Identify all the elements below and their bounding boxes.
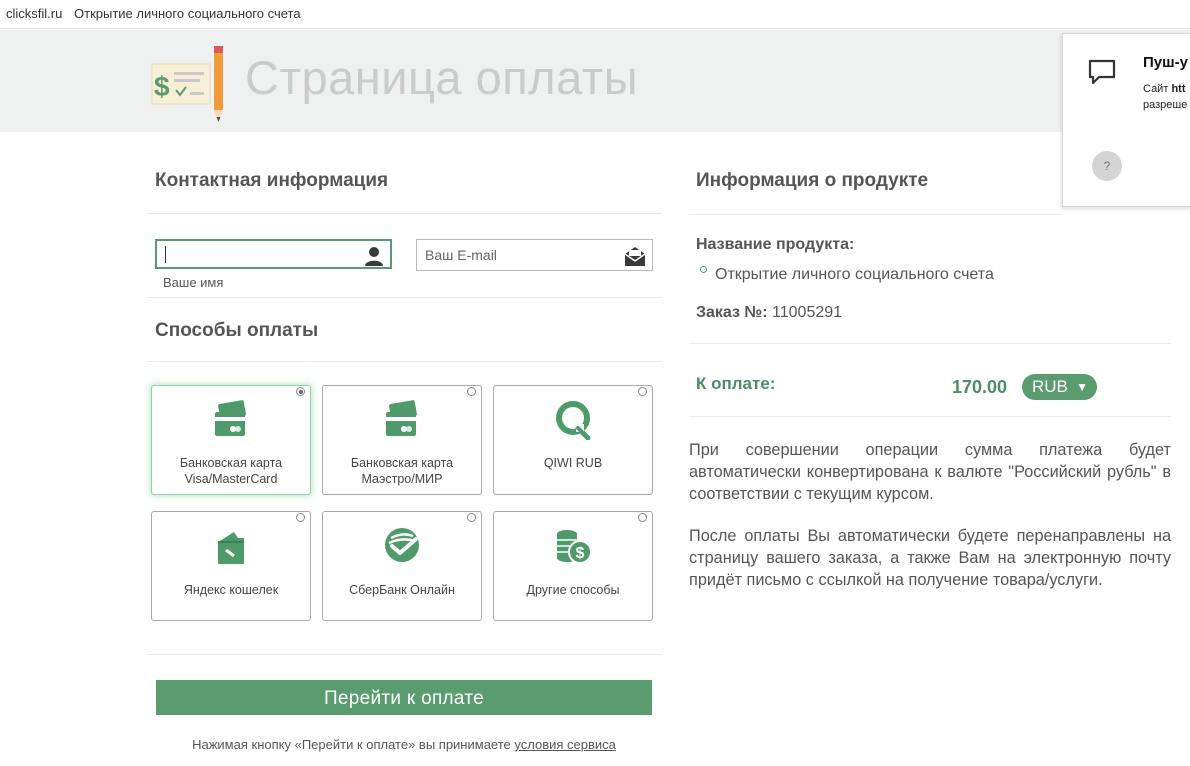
receipt-pencil-icon: $: [151, 46, 223, 122]
terms-text: Нажимая кнопку «Перейти к оплате» вы при…: [192, 737, 515, 752]
text-cursor: [165, 246, 166, 263]
currency-select[interactable]: RUB ▼: [1022, 374, 1097, 400]
name-input[interactable]: [157, 241, 390, 267]
name-hint: Ваше имя: [163, 275, 224, 290]
push-text-line1: Сайт htt: [1143, 83, 1185, 95]
name-field[interactable]: [155, 239, 392, 269]
tile-label: Другие способы: [494, 582, 652, 598]
divider: [689, 214, 1062, 215]
qiwi-icon: [556, 401, 591, 440]
divider: [148, 297, 662, 298]
divider: [689, 416, 1171, 417]
payment-method-other[interactable]: $ Другие способы: [493, 511, 653, 621]
divider: [148, 361, 662, 362]
radio-button[interactable]: [296, 387, 305, 396]
payment-method-visa-mastercard[interactable]: Банковская карта Visa/MasterCard: [151, 385, 311, 495]
amount-value: 170.00: [952, 377, 1008, 397]
terms-note: Нажимая кнопку «Перейти к оплате» вы при…: [0, 737, 808, 752]
bank-card-icon: [386, 400, 417, 436]
browser-title-bar: clicksfil.ru Открытие личного социальног…: [0, 0, 1190, 29]
radio-button[interactable]: [467, 513, 476, 522]
bank-card-icon: [215, 400, 246, 436]
user-icon: [365, 247, 383, 266]
push-text-line2: разреше: [1143, 99, 1188, 111]
tile-label-line1: Банковская карта: [179, 456, 283, 470]
payment-method-maestro-mir[interactable]: Банковская карта Маэстро/МИР: [322, 385, 482, 495]
coins-icon: $: [557, 530, 592, 564]
email-field[interactable]: [416, 239, 653, 271]
order-value: 11005291: [772, 304, 843, 321]
help-icon[interactable]: ?: [1092, 151, 1122, 181]
push-title: Пуш-у: [1143, 54, 1188, 71]
tile-label: Банковская карта Visa/MasterCard: [152, 455, 310, 487]
tile-label-line1: СберБанк Онлайн: [349, 583, 455, 597]
push-site-url: htt: [1171, 83, 1186, 95]
radio-button[interactable]: [638, 387, 647, 396]
divider: [689, 343, 1171, 344]
email-input[interactable]: [417, 240, 652, 270]
tile-label-line1: QIWI RUB: [543, 456, 603, 470]
tile-label: QIWI RUB: [494, 455, 652, 471]
product-name-value: Открытие личного социального счета: [715, 266, 994, 283]
page-title: Страница оплаты: [245, 51, 639, 104]
tile-label-line2: Visa/MasterCard: [184, 472, 278, 486]
tile-label: Яндекс кошелек: [152, 582, 310, 598]
push-notification-panel[interactable]: Пуш-у Сайт htt разреше ?: [1062, 33, 1190, 207]
page-header: $ Страница оплаты: [0, 30, 1190, 132]
currency-value: RUB: [1032, 377, 1068, 396]
redirect-note: После оплаты Вы автоматически будете пер…: [689, 527, 1171, 589]
bullet-icon: [700, 266, 707, 273]
site-domain: clicksfil.ru: [6, 6, 63, 21]
svg-text:$: $: [576, 545, 585, 562]
order-number: Заказ №: 11005291: [696, 304, 842, 322]
tile-label: Банковская карта Маэстро/МИР: [323, 455, 481, 487]
speech-bubble-icon: [1088, 59, 1116, 85]
payment-method-qiwi[interactable]: QIWI RUB: [493, 385, 653, 495]
currency-conversion-note: При совершении операции сумма платежа бу…: [689, 441, 1171, 503]
wallet-icon: [218, 532, 244, 564]
radio-button[interactable]: [638, 513, 647, 522]
push-site-label: Сайт: [1143, 83, 1172, 95]
contact-heading: Контактная информация: [155, 170, 389, 191]
page-tab-title: Открытие личного социального счета: [74, 6, 301, 21]
product-heading: Информация о продукте: [696, 170, 929, 191]
radio-button[interactable]: [296, 513, 305, 522]
order-label: Заказ №:: [696, 304, 768, 321]
svg-text:$: $: [154, 71, 170, 102]
divider: [148, 213, 662, 214]
to-pay-label: К оплате:: [696, 374, 776, 393]
tile-label: СберБанк Онлайн: [323, 582, 481, 598]
proceed-to-payment-button[interactable]: Перейти к оплате: [156, 680, 652, 715]
tile-label-line1: Яндекс кошелек: [183, 583, 279, 597]
product-name-label: Название продукта:: [696, 236, 855, 253]
chevron-down-icon: ▼: [1076, 380, 1088, 394]
radio-button[interactable]: [467, 387, 476, 396]
tile-label-line1: Другие способы: [526, 583, 620, 597]
envelope-icon: [624, 247, 646, 266]
terms-link[interactable]: условия сервиса: [514, 737, 616, 752]
sberbank-icon: [385, 528, 419, 562]
tile-label-line2: Маэстро/МИР: [361, 472, 443, 486]
payment-method-yandex-wallet[interactable]: Яндекс кошелек: [151, 511, 311, 621]
tile-label-line1: Банковская карта: [350, 456, 454, 470]
divider: [148, 654, 662, 655]
payment-heading: Способы оплаты: [155, 320, 319, 341]
payment-method-sberbank[interactable]: СберБанк Онлайн: [322, 511, 482, 621]
